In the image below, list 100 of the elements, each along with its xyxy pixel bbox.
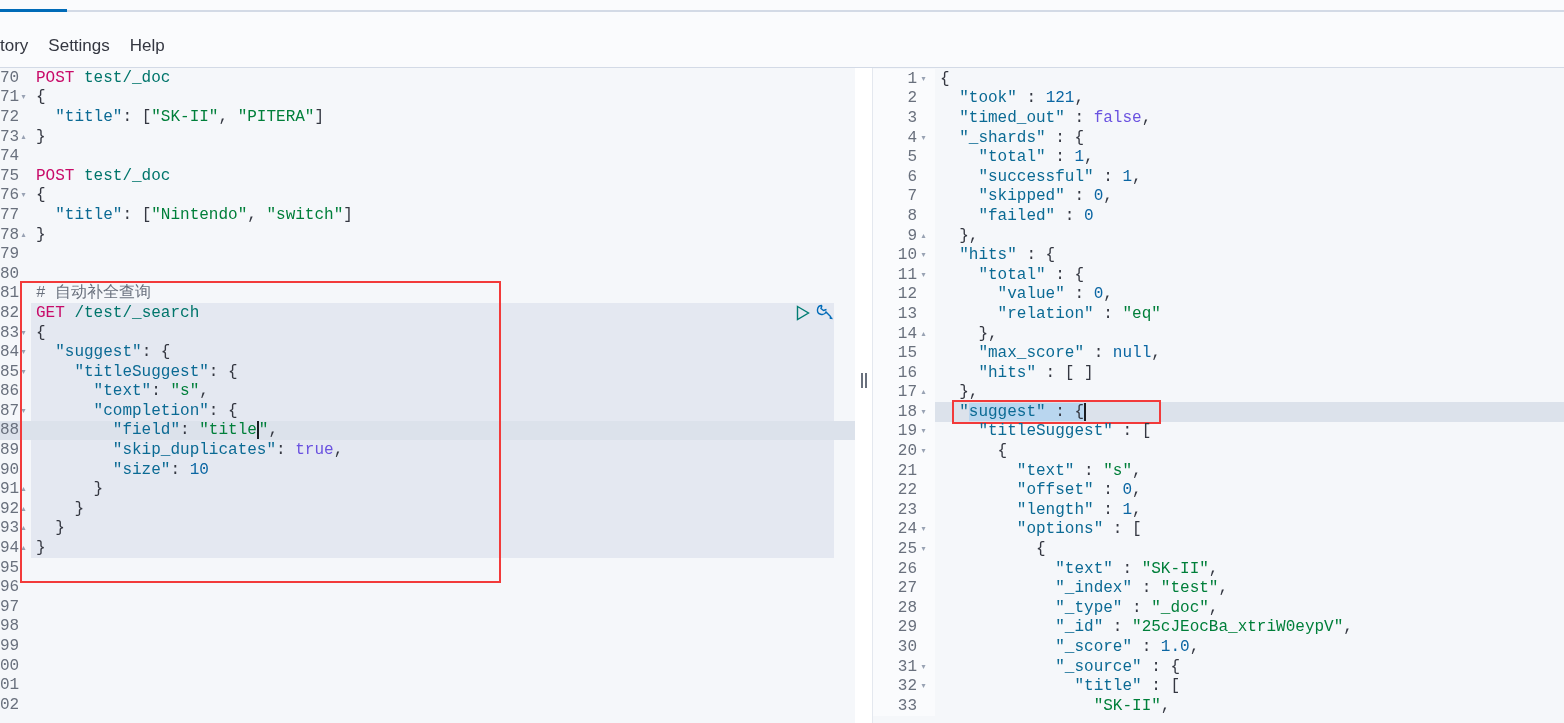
fold-toggle[interactable]: ▴ (21, 504, 26, 513)
code-line: "relation" : "eq" (996, 303, 1161, 324)
code-line: "title": ["Nintendo", "switch"] (54, 204, 353, 225)
code-line: { (1035, 539, 1046, 560)
code-line: "title" : [ (1073, 676, 1181, 697)
fold-toggle[interactable]: ▾ (921, 427, 926, 436)
line-number: 7 (906, 186, 918, 207)
code-line: "_type" : "_doc", (1054, 597, 1219, 618)
fold-toggle[interactable]: ▾ (21, 406, 26, 415)
fold-toggle[interactable]: ▾ (921, 662, 926, 671)
fold-toggle[interactable]: ▾ (21, 191, 26, 200)
code-line: { (36, 185, 46, 206)
line-number: 70 (0, 68, 19, 88)
code-line: }, (958, 382, 979, 403)
code-line: "completion": { (92, 400, 238, 421)
code-line: }, (977, 323, 998, 344)
line-number: 98 (0, 616, 19, 637)
fold-toggle[interactable]: ▴ (921, 231, 926, 240)
line-number: 4 (906, 127, 918, 148)
line-number: 13 (896, 303, 918, 324)
fold-toggle[interactable]: ▾ (921, 407, 926, 416)
fold-toggle[interactable]: ▴ (21, 524, 26, 533)
fold-toggle[interactable]: ▾ (921, 545, 926, 554)
fold-toggle[interactable]: ▾ (21, 348, 26, 357)
line-number: 24 (896, 519, 918, 540)
line-number: 90 (0, 459, 19, 480)
line-number: 5 (906, 147, 918, 168)
fold-toggle[interactable]: ▴ (21, 230, 26, 239)
line-number: 99 (0, 636, 19, 656)
line-number: 28 (896, 597, 918, 618)
fold-toggle[interactable]: ▾ (921, 251, 926, 260)
code-line: "hits" : { (958, 245, 1056, 266)
line-number: 17 (896, 382, 918, 403)
code-line: } (92, 479, 104, 500)
code-line: } (73, 498, 84, 519)
fold-toggle[interactable]: ▴ (21, 132, 26, 141)
line-number: 26 (896, 558, 918, 579)
code-line: "SK-II", (1092, 695, 1171, 716)
line-number: 73 (0, 126, 19, 147)
code-line: "text": "s", (92, 381, 209, 402)
fold-toggle[interactable]: ▴ (21, 485, 26, 494)
code-line: "_id" : "25cJEocBa_xtriW0eypV", (1054, 617, 1353, 638)
code-line: }, (958, 225, 979, 246)
wrench-icon[interactable] (816, 303, 834, 322)
line-number: 16 (896, 362, 918, 383)
code-line: "value" : 0, (996, 284, 1113, 305)
line-number: 75 (0, 165, 19, 186)
line-number: 89 (0, 440, 19, 461)
line-number: 85 (0, 361, 19, 382)
line-number: 93 (0, 518, 19, 539)
line-number: 83 (0, 322, 19, 343)
line-number: 32 (896, 676, 918, 697)
resize-handle[interactable] (860, 373, 867, 388)
code-line: } (36, 538, 46, 559)
line-number: 20 (896, 441, 918, 462)
line-number: 18 (896, 401, 918, 422)
code-line: "failed" : 0 (977, 205, 1094, 226)
code-line: POST test/_doc (36, 68, 171, 88)
code-line: "field": "title", (111, 420, 279, 441)
code-line: "offset" : 0, (1015, 480, 1142, 501)
line-number: 78 (0, 224, 19, 245)
line-number: 22 (896, 480, 918, 501)
line-number: 86 (0, 381, 19, 402)
code-line: "titleSuggest" : [ (977, 421, 1152, 442)
line-number: 1 (906, 68, 918, 89)
code-line: "took" : 121, (958, 88, 1085, 109)
menu-link[interactable]: Settings (48, 32, 110, 59)
line-number: 3 (906, 108, 918, 128)
run-button[interactable] (796, 304, 810, 321)
fold-toggle[interactable]: ▾ (921, 270, 926, 279)
fold-toggle[interactable]: ▾ (21, 328, 26, 337)
fold-toggle[interactable]: ▾ (921, 525, 926, 534)
line-number: 33 (896, 695, 918, 716)
line-number: 11 (896, 264, 918, 285)
code-line: "skipped" : 0, (977, 186, 1113, 207)
code-line: "_score" : 1.0, (1054, 637, 1200, 657)
fold-toggle[interactable]: ▾ (921, 133, 926, 142)
fold-toggle[interactable]: ▴ (921, 388, 926, 397)
line-number: 96 (0, 577, 19, 598)
code-line: "max_score" : null, (977, 343, 1161, 364)
code-line: "title": ["SK-II", "PITERA"] (54, 107, 325, 127)
fold-toggle[interactable]: ▾ (921, 447, 926, 456)
code-line: "skip_duplicates": true, (111, 440, 344, 461)
fold-toggle[interactable]: ▾ (921, 682, 926, 691)
code-line: "options" : [ (1015, 519, 1142, 540)
code-line: } (36, 126, 46, 147)
line-number: 23 (896, 499, 918, 520)
fold-toggle[interactable]: ▴ (921, 329, 926, 338)
line-number: 80 (0, 263, 19, 284)
fold-toggle[interactable]: ▾ (21, 367, 26, 376)
menu-link[interactable]: tory (0, 32, 29, 59)
fold-toggle[interactable]: ▾ (921, 74, 926, 83)
line-number: 92 (0, 498, 19, 519)
code-line: } (36, 224, 46, 245)
menu-link[interactable]: Help (129, 32, 165, 59)
fold-toggle[interactable]: ▴ (21, 544, 26, 553)
fold-toggle[interactable]: ▾ (21, 93, 26, 102)
code-line: "text" : "s", (1015, 460, 1142, 481)
code-line: # 自动补全查询 (36, 283, 152, 304)
code-line: "total" : { (977, 264, 1085, 285)
